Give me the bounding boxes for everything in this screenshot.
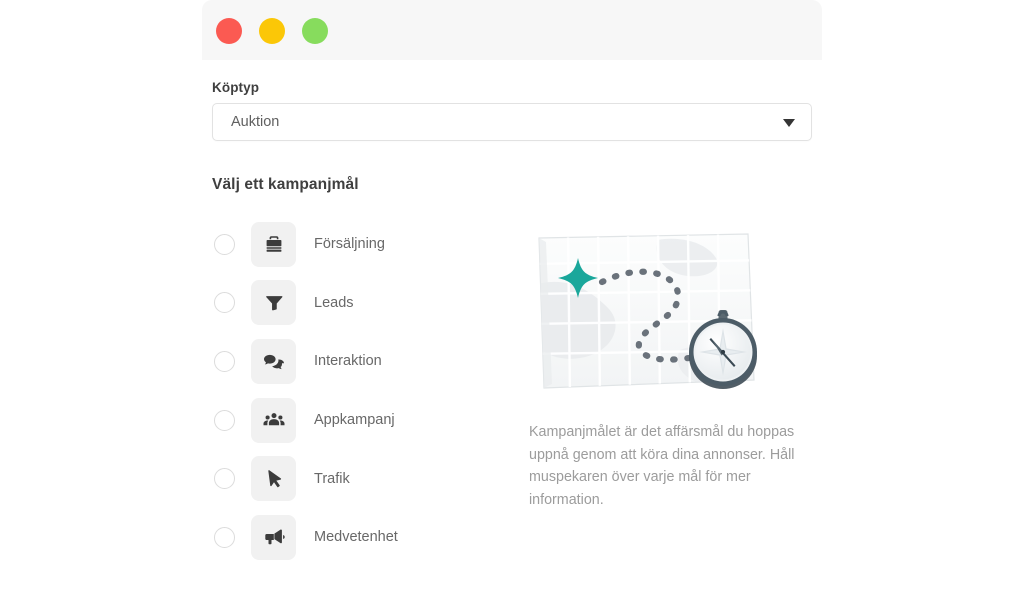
radio-forsaljning[interactable] <box>214 233 235 255</box>
goal-option-appkampanj[interactable]: Appkampanj <box>210 391 490 450</box>
goal-label: Interaktion <box>314 353 382 370</box>
goal-label: Försäljning <box>314 236 385 253</box>
goal-option-medvetenhet[interactable]: Medvetenhet <box>210 508 490 567</box>
goal-option-forsaljning[interactable]: Försäljning <box>210 215 490 274</box>
buy-type-selected-value: Auktion <box>231 114 280 130</box>
funnel-icon <box>251 280 296 326</box>
people-group-icon <box>251 397 296 443</box>
chat-bubbles-icon <box>251 338 296 384</box>
campaign-goal-list: Försäljning Leads Interaktion Appkampanj… <box>210 215 490 567</box>
chevron-down-icon <box>783 119 795 127</box>
close-button[interactable] <box>216 18 242 44</box>
cursor-arrow-icon <box>251 456 296 502</box>
goal-label: Medvetenhet <box>314 529 398 546</box>
buy-type-select[interactable]: Auktion <box>212 103 812 141</box>
window-titlebar <box>202 0 822 60</box>
buy-type-label: Köptyp <box>212 80 260 95</box>
radio-appkampanj[interactable] <box>214 409 235 431</box>
radio-interaktion[interactable] <box>214 350 235 372</box>
goal-label: Appkampanj <box>314 412 395 429</box>
goal-option-leads[interactable]: Leads <box>210 274 490 333</box>
minimize-button[interactable] <box>259 18 285 44</box>
goal-label: Leads <box>314 294 354 311</box>
goal-option-trafik[interactable]: Trafik <box>210 449 490 508</box>
map-with-compass-illustration <box>530 232 775 397</box>
briefcase-icon <box>251 221 296 267</box>
radio-medvetenhet[interactable] <box>214 526 235 548</box>
app-root: Köptyp Auktion Välj ett kampanjmål Försä… <box>0 0 1024 600</box>
app-window: Köptyp Auktion Välj ett kampanjmål Försä… <box>202 0 822 600</box>
goal-option-interaktion[interactable]: Interaktion <box>210 332 490 391</box>
radio-leads[interactable] <box>214 292 235 314</box>
maximize-button[interactable] <box>302 18 328 44</box>
megaphone-icon <box>251 514 296 560</box>
traffic-light-buttons <box>216 18 328 44</box>
radio-trafik[interactable] <box>214 468 235 490</box>
campaign-goal-heading: Välj ett kampanjmål <box>212 176 359 193</box>
campaign-goal-help-text: Kampanjmålet är det affärsmål du hoppas … <box>529 424 795 508</box>
goal-label: Trafik <box>314 470 350 487</box>
